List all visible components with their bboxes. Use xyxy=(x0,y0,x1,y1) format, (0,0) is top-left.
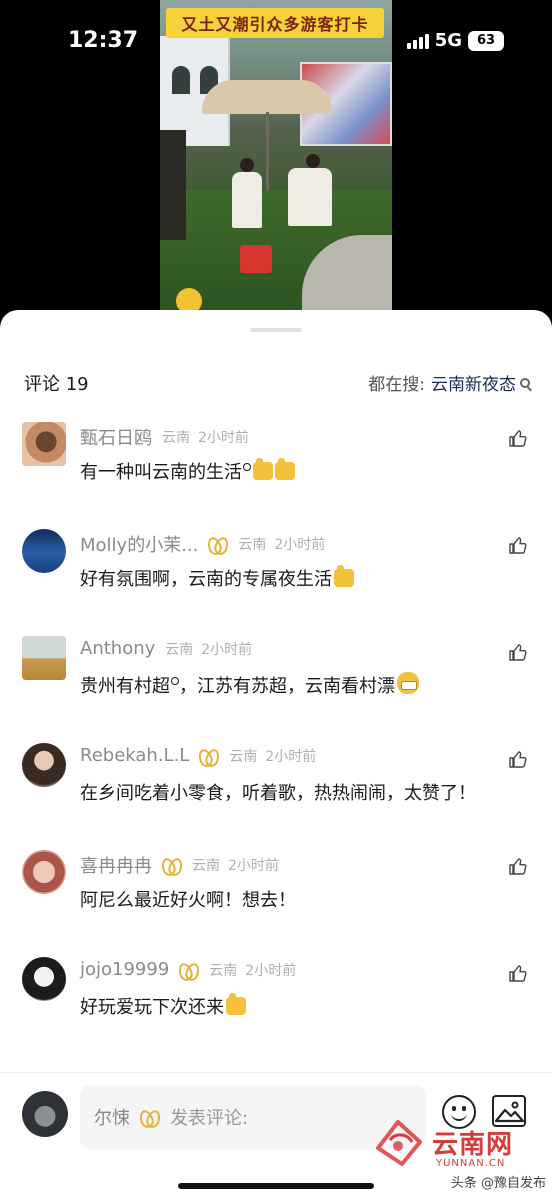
status-indicators: 5G 63 xyxy=(406,30,504,51)
comment-text: 在乡间吃着小零食，听着歌，热热闹闹，太赞了！ xyxy=(80,783,476,804)
status-time: 12:37 xyxy=(68,28,139,53)
hot-search-label: 都在搜: xyxy=(368,375,425,395)
thumbs-up-emoji-icon xyxy=(226,993,246,1015)
comment-count: 评论 19 xyxy=(24,374,89,395)
thumbs-up-emoji-icon xyxy=(253,458,273,480)
comment-location: 云南 xyxy=(162,430,190,446)
badge-icon xyxy=(208,537,228,551)
network-type: 5G xyxy=(434,30,462,51)
video-guitarist xyxy=(160,130,186,240)
comment-text: 好有氛围啊，云南的专属夜生活 xyxy=(80,565,354,591)
video-banner: 又土又潮引众多游客打卡 xyxy=(166,8,384,38)
hot-search-keyword: 云南新夜态 xyxy=(431,375,516,395)
comment-item: 喜冉冉冉 云南 2小时前 阿尼么最近好火啊！想去！ xyxy=(0,842,552,949)
badge-icon xyxy=(162,858,182,872)
input-user-name: 尔悚 xyxy=(94,1108,130,1129)
image-icon[interactable] xyxy=(492,1095,526,1127)
thumbs-up-emoji-icon xyxy=(334,565,354,587)
drag-handle[interactable] xyxy=(250,328,302,332)
watermark-credit: 头条 @豫自发布 xyxy=(450,1176,546,1191)
video-red-box xyxy=(240,245,272,273)
like-icon[interactable] xyxy=(508,642,528,662)
watermark-domain: YUNNAN.CN xyxy=(436,1158,506,1169)
comment-item: 甄石日鸥 云南 2小时前 有一种叫云南的生活 xyxy=(0,414,552,521)
search-icon xyxy=(520,377,530,388)
avatar[interactable] xyxy=(22,743,66,787)
comment-text: 有一种叫云南的生活 xyxy=(80,458,295,484)
battery-icon: 63 xyxy=(468,30,504,51)
comment-header: 评论 19 都在搜: 云南新夜态 xyxy=(0,366,552,398)
comment-location: 云南 xyxy=(229,748,258,765)
thumbs-up-emoji-icon xyxy=(275,458,295,480)
like-icon[interactable] xyxy=(508,535,528,555)
watermark-name: 云南网 xyxy=(432,1130,514,1160)
comment-location: 云南 xyxy=(209,962,238,979)
comment-author[interactable]: jojo19999 xyxy=(80,959,169,980)
comment-item: jojo19999 云南 2小时前 好玩爱玩下次还来 xyxy=(0,949,552,1056)
comment-body: 有一种叫云南的生活 xyxy=(80,462,242,483)
video-person xyxy=(232,172,262,228)
comment-time: 2小时前 xyxy=(201,641,253,658)
grin-emoji-icon xyxy=(397,672,419,694)
comment-body: 贵州有村超 xyxy=(80,676,170,697)
comment-item: Rebekah.L.L 云南 2小时前 在乡间吃着小零食，听着歌，热热闹闹，太赞… xyxy=(0,735,552,842)
comment-item: Anthony 云南 2小时前 贵州有村超 ，江苏有苏超，云南看村漂 xyxy=(0,628,552,735)
comment-author[interactable]: 喜冉冉冉 xyxy=(80,852,152,878)
video-player[interactable] xyxy=(160,0,392,320)
badge-icon xyxy=(179,963,199,977)
avatar[interactable] xyxy=(22,422,66,466)
comment-location: 云南 xyxy=(192,858,220,874)
avatar[interactable] xyxy=(22,529,66,573)
signal-icon xyxy=(406,33,429,49)
home-indicator xyxy=(178,1183,374,1189)
badge-icon xyxy=(140,1110,160,1124)
search-icon[interactable] xyxy=(243,463,251,471)
video-umbrella-pole xyxy=(266,112,269,192)
like-icon[interactable] xyxy=(508,749,528,769)
comment-time: 2小时前 xyxy=(274,537,326,553)
comment-body: 好玩爱玩下次还来 xyxy=(80,997,224,1018)
comment-location: 云南 xyxy=(165,641,194,658)
comment-author[interactable]: Rebekah.L.L xyxy=(80,745,189,766)
comment-time: 2小时前 xyxy=(265,748,317,765)
video-umbrella xyxy=(202,80,332,114)
avatar[interactable] xyxy=(22,636,66,680)
input-placeholder: 发表评论: xyxy=(170,1108,249,1129)
my-avatar[interactable] xyxy=(22,1091,68,1137)
comment-sheet: 评论 19 都在搜: 云南新夜态 甄石日鸥 云南 2小时前 有一种叫云南的生活 xyxy=(0,310,552,1200)
comment-time: 2小时前 xyxy=(228,858,279,874)
like-icon[interactable] xyxy=(508,963,528,983)
comment-body: ，江苏有苏超，云南看村漂 xyxy=(179,676,395,697)
video-person xyxy=(288,168,332,226)
comment-location: 云南 xyxy=(238,537,267,553)
comment-author[interactable]: 甄石日鸥 xyxy=(80,424,152,450)
badge-icon xyxy=(199,749,219,763)
comment-time: 2小时前 xyxy=(198,430,249,446)
comment-item: Molly的小茉... 云南 2小时前 好有氛围啊，云南的专属夜生活 xyxy=(0,521,552,628)
comment-list: 甄石日鸥 云南 2小时前 有一种叫云南的生活 Molly的小茉... 云南 2小… xyxy=(0,414,552,1056)
like-icon[interactable] xyxy=(508,856,528,876)
video-person-head xyxy=(306,154,320,168)
avatar[interactable] xyxy=(22,850,66,894)
comment-text: 贵州有村超 ，江苏有苏超，云南看村漂 xyxy=(80,672,419,698)
comment-time: 2小时前 xyxy=(245,962,297,979)
like-icon[interactable] xyxy=(508,428,528,448)
hot-search-link[interactable]: 都在搜: 云南新夜态 xyxy=(368,370,530,395)
comment-author[interactable]: Molly的小茉... xyxy=(80,531,198,557)
comment-text: 阿尼么最近好火啊！想去！ xyxy=(80,890,296,911)
comment-body: 好有氛围啊，云南的专属夜生活 xyxy=(80,569,332,590)
comment-text: 好玩爱玩下次还来 xyxy=(80,993,246,1019)
video-person-head xyxy=(240,158,254,172)
comment-author[interactable]: Anthony xyxy=(80,638,155,659)
house-window xyxy=(172,66,190,94)
yunnan-net-logo xyxy=(376,1120,422,1166)
search-icon[interactable] xyxy=(171,677,179,685)
avatar[interactable] xyxy=(22,957,66,1001)
